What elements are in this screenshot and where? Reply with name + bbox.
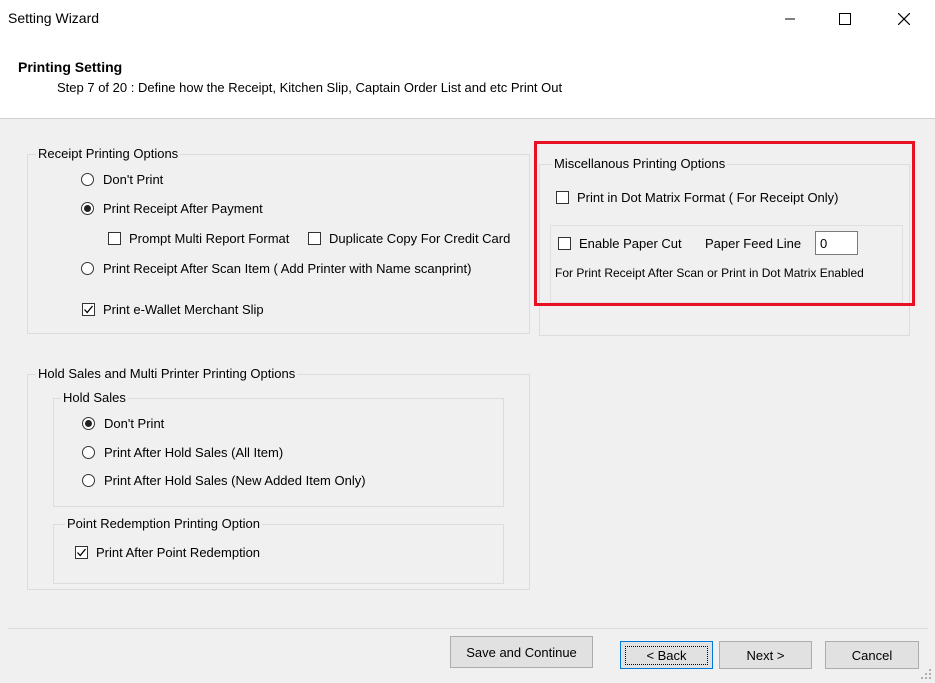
radio-indicator[interactable] bbox=[82, 474, 95, 487]
radio-receipt-dont-print[interactable]: Don't Print bbox=[81, 172, 163, 187]
radio-label: Print Receipt After Scan Item ( Add Prin… bbox=[103, 261, 472, 276]
save-and-continue-button[interactable]: Save and Continue bbox=[450, 636, 593, 668]
checkbox-label: Print After Point Redemption bbox=[96, 545, 261, 560]
close-icon bbox=[898, 13, 910, 25]
window-title: Setting Wizard bbox=[8, 10, 100, 26]
checkbox-box[interactable] bbox=[108, 232, 121, 245]
footer-divider bbox=[8, 628, 928, 629]
radio-label: Print After Hold Sales (New Added Item O… bbox=[104, 473, 366, 488]
receipt-options-label: Receipt Printing Options bbox=[36, 146, 181, 161]
radio-indicator[interactable] bbox=[82, 417, 95, 430]
maximize-button[interactable] bbox=[816, 0, 874, 38]
radio-hold-all-item[interactable]: Print After Hold Sales (All Item) bbox=[82, 445, 283, 460]
radio-indicator[interactable] bbox=[81, 202, 94, 215]
radio-indicator[interactable] bbox=[81, 262, 94, 275]
checkbox-duplicate-copy[interactable]: Duplicate Copy For Credit Card bbox=[308, 231, 510, 246]
page-title: Printing Setting bbox=[18, 59, 123, 75]
back-button[interactable]: < Back bbox=[620, 641, 713, 669]
page-subtitle: Step 7 of 20 : Define how the Receipt, K… bbox=[57, 80, 563, 95]
radio-print-after-payment[interactable]: Print Receipt After Payment bbox=[81, 201, 263, 216]
point-redemption-label: Point Redemption Printing Option bbox=[65, 516, 262, 531]
radio-indicator[interactable] bbox=[81, 173, 94, 186]
close-button[interactable] bbox=[875, 0, 933, 38]
checkbox-print-after-redemption[interactable]: Print After Point Redemption bbox=[75, 545, 260, 560]
hold-sales-label: Hold Sales bbox=[61, 390, 128, 405]
checkbox-box[interactable] bbox=[75, 546, 88, 559]
maximize-icon bbox=[839, 13, 851, 25]
checkbox-label: Duplicate Copy For Credit Card bbox=[329, 231, 511, 246]
save-and-continue-label: Save and Continue bbox=[466, 644, 577, 660]
minimize-button[interactable] bbox=[761, 0, 819, 38]
checkbox-prompt-multi-report[interactable]: Prompt Multi Report Format bbox=[108, 231, 289, 246]
radio-label: Print Receipt After Payment bbox=[103, 201, 263, 216]
next-label: Next > bbox=[746, 647, 785, 663]
checkbox-ewallet-slip[interactable]: Print e-Wallet Merchant Slip bbox=[82, 302, 264, 317]
checkbox-box[interactable] bbox=[82, 303, 95, 316]
radio-label: Don't Print bbox=[103, 172, 164, 187]
minimize-icon bbox=[785, 18, 795, 20]
radio-print-after-scan-item[interactable]: Print Receipt After Scan Item ( Add Prin… bbox=[81, 261, 471, 276]
radio-indicator[interactable] bbox=[82, 446, 95, 459]
checkbox-box[interactable] bbox=[308, 232, 321, 245]
back-label: < Back bbox=[625, 645, 708, 665]
hold-sales-options-label: Hold Sales and Multi Printer Printing Op… bbox=[36, 366, 298, 381]
radio-label: Don't Print bbox=[104, 416, 165, 431]
title-bar: Setting Wizard bbox=[0, 0, 935, 38]
resize-grip-icon[interactable] bbox=[920, 668, 932, 680]
checkbox-label: Print e-Wallet Merchant Slip bbox=[103, 302, 264, 317]
highlight-box bbox=[534, 141, 915, 306]
radio-hold-new-item[interactable]: Print After Hold Sales (New Added Item O… bbox=[82, 473, 366, 488]
checkmark-icon bbox=[77, 548, 87, 557]
checkbox-label: Prompt Multi Report Format bbox=[129, 231, 290, 246]
radio-hold-dont-print[interactable]: Don't Print bbox=[82, 416, 164, 431]
checkmark-icon bbox=[84, 305, 94, 314]
wizard-header: Printing Setting Step 7 of 20 : Define h… bbox=[0, 38, 935, 119]
next-button[interactable]: Next > bbox=[719, 641, 812, 669]
radio-label: Print After Hold Sales (All Item) bbox=[104, 445, 284, 460]
cancel-label: Cancel bbox=[851, 647, 893, 663]
cancel-button[interactable]: Cancel bbox=[825, 641, 919, 669]
